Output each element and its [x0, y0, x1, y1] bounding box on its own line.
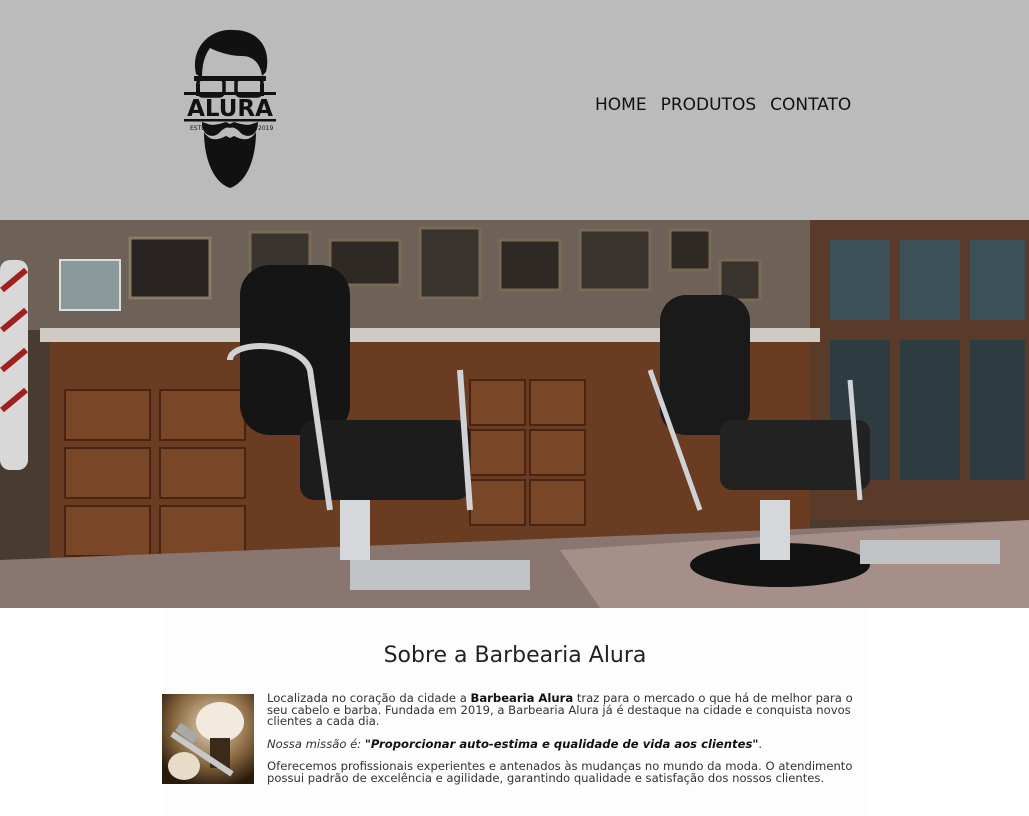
- mission-quote: "Proporcionar auto-estima e qualidade de…: [364, 736, 759, 751]
- barbershop-image: [0, 220, 1029, 608]
- bearded-man-logo-icon: ALURA ESTD 2019: [184, 29, 276, 188]
- mission-label: Nossa missão é:: [267, 736, 365, 751]
- site-header: ALURA ESTD 2019 HOME PRODUTOS CONTATO: [0, 0, 1029, 220]
- about-paragraph-intro: Localizada no coração da cidade a Barbea…: [267, 692, 867, 728]
- about-section: Sobre a Barbearia Alura Localizada no co…: [162, 608, 868, 816]
- svg-text:2019: 2019: [258, 125, 273, 132]
- about-paragraph-mission: Nossa missão é: "Proporcionar auto-estim…: [267, 736, 867, 751]
- main-nav: HOME PRODUTOS CONTATO: [595, 95, 851, 115]
- alura-logo[interactable]: ALURA ESTD 2019: [182, 26, 278, 192]
- svg-text:ESTD: ESTD: [190, 125, 206, 132]
- about-text: Localizada no coração da cidade a Barbea…: [267, 692, 867, 795]
- hero-banner: [0, 220, 1029, 608]
- shaving-kit-image: [162, 694, 254, 784]
- mission-end: .: [758, 736, 763, 751]
- svg-text:ALURA: ALURA: [187, 96, 273, 122]
- shaving-brush-razor-icon: [162, 694, 254, 784]
- nav-home-link[interactable]: HOME: [595, 95, 647, 115]
- about-paragraph-services: Oferecemos profissionais experientes e a…: [267, 759, 853, 785]
- nav-contato-link[interactable]: CONTATO: [770, 95, 851, 115]
- about-title: Sobre a Barbearia Alura: [383, 643, 647, 668]
- nav-produtos-link[interactable]: PRODUTOS: [661, 95, 757, 115]
